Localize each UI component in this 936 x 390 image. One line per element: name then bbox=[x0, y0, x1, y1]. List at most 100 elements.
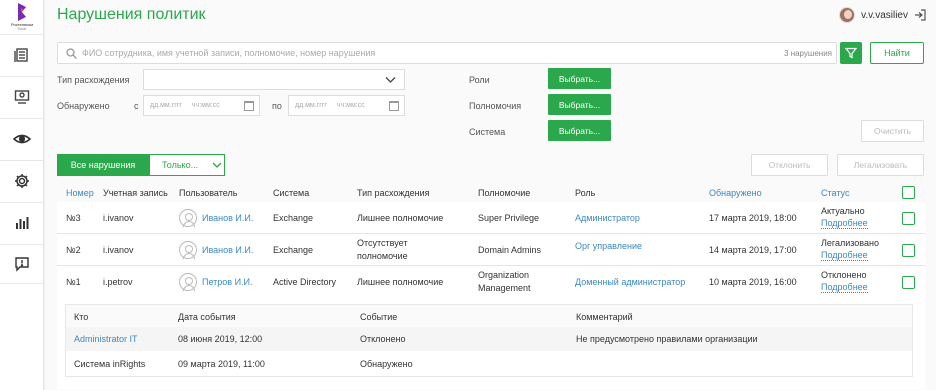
row-detected: 17 марта 2019, 18:00 bbox=[709, 213, 797, 223]
history-header-who: Кто bbox=[74, 312, 89, 322]
sidebar-item-reports[interactable] bbox=[0, 202, 44, 242]
system-label: Система bbox=[469, 127, 506, 137]
search-bar: 3 нарушения bbox=[57, 42, 837, 64]
sidebar-item-settings[interactable] bbox=[0, 160, 44, 200]
sidebar-item-documents[interactable] bbox=[0, 34, 44, 74]
rostelecom-logo-icon bbox=[18, 3, 26, 21]
row-checkbox[interactable] bbox=[902, 276, 915, 289]
history-date: 09 марта 2019, 11:00 bbox=[178, 359, 265, 369]
date-from-field[interactable]: дд.мм.гггг чч:мм:сс bbox=[143, 95, 260, 116]
choose-roles-button[interactable]: Выбрать... bbox=[548, 68, 611, 89]
table-row[interactable]: №3 i.ivanov Иванов И.И. Exchange Лишнее … bbox=[57, 202, 925, 234]
sidebar: Ростелеком Solar bbox=[0, 0, 44, 390]
avatar[interactable] bbox=[839, 7, 856, 23]
search-result-count: 3 нарушения bbox=[784, 49, 832, 58]
table-row[interactable]: №2 i.ivanov Иванов И.И. Exchange Отсутст… bbox=[57, 234, 925, 266]
logo: Ростелеком Solar bbox=[4, 3, 40, 33]
row-detected: 10 марта 2019, 16:00 bbox=[709, 277, 797, 287]
row-checkbox[interactable] bbox=[902, 244, 915, 257]
sidebar-item-eye[interactable] bbox=[0, 118, 44, 158]
row-number: №2 bbox=[66, 245, 81, 255]
roles-label: Роли bbox=[469, 75, 490, 85]
row-details-link[interactable]: Подробнее bbox=[821, 282, 868, 293]
filter-icon bbox=[845, 47, 857, 59]
username[interactable]: v.v.vasiliev bbox=[861, 10, 908, 21]
row-detected: 14 марта 2019, 17:00 bbox=[709, 245, 797, 255]
history-row: Administrator IT 08 июня 2019, 12:00 Отк… bbox=[66, 327, 912, 351]
logout-icon[interactable] bbox=[914, 9, 926, 21]
calendar-icon[interactable] bbox=[244, 101, 254, 111]
sidebar-item-monitor[interactable] bbox=[0, 76, 44, 116]
bar-chart-icon bbox=[16, 216, 29, 229]
to-label: по bbox=[272, 101, 282, 111]
gear-icon bbox=[15, 173, 29, 188]
time-placeholder: чч:мм:сс bbox=[336, 102, 365, 109]
header-permission: Полномочие bbox=[478, 188, 531, 198]
header-detected[interactable]: Обнаружено bbox=[709, 188, 762, 198]
history-row: Система inRights 09 марта 2019, 11:00 Об… bbox=[66, 352, 912, 376]
history-event: Обнаружено bbox=[360, 359, 413, 369]
header-number[interactable]: Номер bbox=[66, 188, 94, 198]
tab-only-dropdown[interactable]: Только... bbox=[149, 154, 225, 176]
row-user-link[interactable]: Иванов И.И. bbox=[202, 213, 253, 223]
row-type: Лишнее полномочие bbox=[357, 277, 444, 287]
history-who-link[interactable]: Administrator IT bbox=[74, 334, 138, 344]
from-label: с bbox=[134, 101, 139, 111]
date-to-field[interactable]: дд.мм.гггг чч:мм:сс bbox=[288, 95, 405, 116]
table-header: Номер Учетная запись Пользователь Систем… bbox=[57, 182, 925, 202]
documents-icon bbox=[14, 47, 28, 62]
choose-permissions-button[interactable]: Выбрать... bbox=[548, 94, 611, 115]
row-number: №1 bbox=[66, 277, 81, 287]
header-type: Тип расхождения bbox=[357, 188, 430, 198]
history-comment: Не предусмотрено правилами организации bbox=[576, 334, 758, 344]
permissions-label: Полномочия bbox=[469, 101, 522, 111]
row-details-link[interactable]: Подробнее bbox=[821, 218, 868, 229]
row-type: Лишнее полномочие bbox=[357, 213, 444, 223]
history-date: 08 июня 2019, 12:00 bbox=[178, 334, 263, 344]
row-permission-line1: Organization bbox=[478, 270, 530, 280]
row-role-link[interactable]: Администратор bbox=[575, 213, 640, 223]
row-status: Легализовано bbox=[821, 238, 879, 248]
row-checkbox[interactable] bbox=[902, 212, 915, 225]
search-icon bbox=[66, 48, 77, 59]
user-icon bbox=[179, 273, 197, 291]
choose-system-button[interactable]: Выбрать... bbox=[548, 120, 611, 141]
reject-button[interactable]: Отклонить bbox=[751, 154, 828, 176]
date-placeholder: дд.мм.гггг bbox=[150, 102, 182, 109]
history-header-date: Дата события bbox=[178, 312, 236, 322]
legalize-button[interactable]: Легализовать bbox=[837, 154, 924, 176]
row-system: Exchange bbox=[273, 213, 314, 223]
row-user-link[interactable]: Петров И.И. bbox=[202, 277, 253, 287]
row-system: Active Directory bbox=[273, 277, 337, 287]
user-menu[interactable]: v.v.vasiliev bbox=[839, 7, 926, 23]
history-header-comment: Комментарий bbox=[576, 312, 633, 322]
search-input[interactable] bbox=[82, 45, 682, 61]
row-role-link[interactable]: Доменный администратор bbox=[575, 277, 685, 287]
select-all-checkbox[interactable] bbox=[902, 186, 915, 199]
row-permission: Super Privilege bbox=[478, 213, 540, 223]
tab-all-violations[interactable]: Все нарушения bbox=[57, 154, 149, 176]
eye-icon bbox=[13, 134, 31, 143]
row-account: i.ivanov bbox=[103, 245, 134, 255]
row-details-link[interactable]: Подробнее bbox=[821, 250, 868, 261]
user-icon bbox=[179, 209, 197, 227]
clear-button[interactable]: Очистить bbox=[861, 120, 924, 142]
header-status[interactable]: Статус bbox=[821, 188, 849, 198]
history-header-event: Событие bbox=[360, 312, 398, 322]
discrepancy-type-label: Тип расхождения bbox=[57, 75, 130, 85]
find-button[interactable]: Найти bbox=[870, 42, 924, 64]
discrepancy-type-select[interactable] bbox=[143, 69, 405, 90]
table-row-expanded[interactable]: №1 i.petrov Петров И.И. Active Directory… bbox=[57, 266, 925, 389]
sidebar-item-alerts[interactable] bbox=[0, 244, 44, 284]
row-role-link[interactable]: Орг управление bbox=[575, 241, 642, 251]
alert-message-icon bbox=[15, 257, 29, 272]
row-status: Отклонено bbox=[821, 270, 867, 280]
header-user: Пользователь bbox=[179, 188, 238, 198]
date-placeholder: дд.мм.гггг bbox=[295, 102, 327, 109]
row-user-link[interactable]: Иванов И.И. bbox=[202, 245, 253, 255]
calendar-icon[interactable] bbox=[389, 101, 399, 111]
filter-button[interactable] bbox=[840, 42, 862, 64]
row-status: Актуально bbox=[821, 206, 865, 216]
chevron-down-icon bbox=[385, 77, 396, 83]
main-content: Нарушения политик v.v.vasiliev 3 нарушен… bbox=[45, 0, 936, 390]
